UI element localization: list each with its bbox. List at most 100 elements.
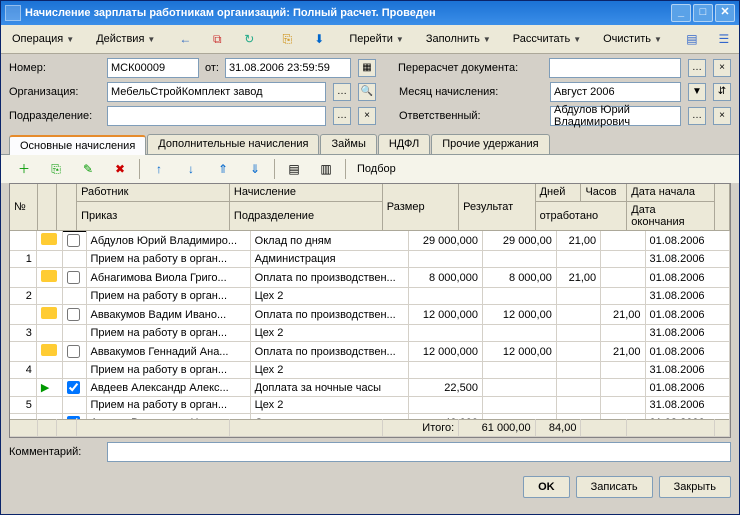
resp-input[interactable]: Абдулов Юрий Владимирович — [550, 106, 681, 126]
row-check[interactable] — [67, 271, 80, 284]
post-icon[interactable]: ⎘ — [272, 28, 302, 50]
col-date-start[interactable]: Дата начала — [627, 184, 714, 201]
totals-row: Итого: 61 000,00 84,00 — [10, 420, 730, 437]
table-row[interactable]: 1 Прием на работу в орган... Администрац… — [10, 251, 730, 268]
col-num[interactable]: № — [10, 184, 37, 230]
tab-main-accruals[interactable]: Основные начисления — [9, 135, 146, 155]
row-check[interactable] — [67, 345, 80, 358]
col-worker[interactable]: Работник — [77, 184, 230, 201]
close-button[interactable]: ✕ — [715, 4, 735, 22]
form-header: Номер: МСК00009 от: 31.08.2006 23:59:59 … — [1, 54, 739, 134]
accruals-grid: № Работник Начисление Размер Результат Д… — [9, 183, 731, 438]
recalc-clear-icon[interactable]: × — [713, 59, 731, 77]
list-icon[interactable]: ▤ — [677, 28, 707, 50]
division-clear-icon[interactable]: × — [358, 107, 376, 125]
col-worked[interactable]: отработано — [535, 201, 627, 230]
col-accrual[interactable]: Начисление — [229, 184, 382, 201]
table-row[interactable]: Аввакумов Геннадий Ана... Оплата по прои… — [10, 342, 730, 362]
table-row[interactable]: 3 Прием на работу в орган... Цех 2 31.08… — [10, 325, 730, 342]
org-input[interactable]: МебельСтройКомплект завод — [107, 82, 326, 102]
number-input[interactable]: МСК00009 — [107, 58, 199, 78]
tabstrip: Основные начисления Дополнительные начис… — [1, 134, 739, 155]
recalc-select-icon[interactable]: … — [688, 59, 706, 77]
col-hours[interactable]: Часов — [581, 184, 627, 201]
operation-menu[interactable]: Операция▼ — [5, 28, 81, 50]
col-check[interactable] — [57, 184, 77, 230]
col-order[interactable]: Приказ — [77, 201, 230, 230]
total-result: 61 000,00 — [459, 420, 535, 437]
division-label: Подразделение: — [9, 110, 101, 122]
move-up-icon[interactable]: ↑ — [144, 158, 174, 180]
table-row[interactable]: ▶ Авдеев Александр Алекс... Доплата за н… — [10, 379, 730, 397]
from-label: от: — [205, 62, 219, 74]
vscroll[interactable] — [714, 184, 729, 230]
col-date-end[interactable]: Дата окончания — [627, 201, 714, 230]
edit-row-icon[interactable]: ✎ — [73, 158, 103, 180]
clear-menu[interactable]: Очистить▼ — [596, 28, 669, 50]
recalc-label: Перерасчет документа: — [398, 62, 543, 74]
copy-row-icon[interactable]: ⎘ — [41, 158, 71, 180]
calc-menu[interactable]: Рассчитать▼ — [506, 28, 588, 50]
table-row[interactable]: Абнагимова Виола Григо... Оплата по прои… — [10, 268, 730, 288]
table-row[interactable]: 2 Прием на работу в орган... Цех 2 31.08… — [10, 288, 730, 305]
minimize-button[interactable]: _ — [671, 4, 691, 22]
comment-input[interactable] — [107, 442, 731, 462]
resp-select-icon[interactable]: … — [688, 107, 706, 125]
tab-other[interactable]: Прочие удержания — [431, 134, 549, 154]
table-row[interactable]: 5 Прием на работу в орган... Цех 2 31.08… — [10, 397, 730, 414]
month-dd-icon[interactable]: ▼ — [688, 83, 706, 101]
nav-back-icon[interactable]: ← — [170, 28, 200, 50]
row-check[interactable] — [67, 381, 80, 394]
settings-grid-icon[interactable]: ▤ — [279, 158, 309, 180]
columns-icon[interactable]: ▥ — [311, 158, 341, 180]
pick-button[interactable]: Подбор — [350, 158, 403, 180]
table-row[interactable]: 4 Прием на работу в орган... Цех 2 31.08… — [10, 362, 730, 379]
col-result[interactable]: Результат — [459, 184, 535, 230]
org-select-icon[interactable]: … — [333, 83, 351, 101]
date-input[interactable]: 31.08.2006 23:59:59 — [225, 58, 351, 78]
actions-menu[interactable]: Действия▼ — [89, 28, 162, 50]
tab-loans[interactable]: Займы — [320, 134, 376, 154]
sort-asc-icon[interactable]: ⇑ — [208, 158, 238, 180]
col-size[interactable]: Размер — [382, 184, 458, 230]
col-icon[interactable] — [37, 184, 57, 230]
org-open-icon[interactable]: 🔍 — [358, 83, 376, 101]
maximize-button[interactable]: □ — [693, 4, 713, 22]
division-select-icon[interactable]: … — [333, 107, 351, 125]
titlebar: Начисление зарплаты работникам организац… — [1, 1, 739, 25]
main-toolbar: Операция▼ Действия▼ ← ⧉ ↻ ⎘ ⬇ Перейти▼ З… — [1, 25, 739, 54]
org-label: Организация: — [9, 86, 101, 98]
add-row-icon[interactable]: ＋ — [9, 158, 39, 180]
tab-ndfl[interactable]: НДФЛ — [378, 134, 430, 154]
tab-additional[interactable]: Дополнительные начисления — [147, 134, 319, 154]
row-check[interactable] — [67, 234, 80, 247]
dialog-buttons: OK Записать Закрыть — [1, 470, 739, 504]
settings-icon[interactable]: ☰ — [709, 28, 739, 50]
table-row[interactable]: Аввакумов Вадим Ивано... Оплата по произ… — [10, 305, 730, 325]
month-select[interactable]: Август 2006 — [550, 82, 681, 102]
fill-menu[interactable]: Заполнить▼ — [419, 28, 498, 50]
save-button[interactable]: Записать — [576, 476, 653, 498]
division-input[interactable] — [107, 106, 326, 126]
table-row[interactable]: Абдулов Юрий Владимиро... Оклад по дням … — [10, 231, 730, 251]
sort-desc-icon[interactable]: ⇓ — [240, 158, 270, 180]
month-label: Месяц начисления: — [399, 86, 544, 98]
post-down-icon[interactable]: ⬇ — [304, 28, 334, 50]
recalc-input[interactable] — [549, 58, 681, 78]
refresh-icon[interactable]: ↻ — [234, 28, 264, 50]
delete-row-icon[interactable]: ✖ — [105, 158, 135, 180]
ok-button[interactable]: OK — [523, 476, 570, 498]
close-button[interactable]: Закрыть — [659, 476, 731, 498]
col-division[interactable]: Подразделение — [229, 201, 382, 230]
month-step-icon[interactable]: ⇵ — [713, 83, 731, 101]
move-down-icon[interactable]: ↓ — [176, 158, 206, 180]
date-picker-icon[interactable]: ▦ — [358, 59, 376, 77]
col-days[interactable]: Дней — [535, 184, 581, 201]
toggle1-icon[interactable]: ⧉ — [202, 28, 232, 50]
window-icon — [5, 5, 21, 21]
goto-menu[interactable]: Перейти▼ — [342, 28, 411, 50]
window-title: Начисление зарплаты работникам организац… — [25, 7, 669, 19]
row-check[interactable] — [67, 308, 80, 321]
resp-clear-icon[interactable]: × — [713, 107, 731, 125]
total-days: 84,00 — [535, 420, 581, 437]
